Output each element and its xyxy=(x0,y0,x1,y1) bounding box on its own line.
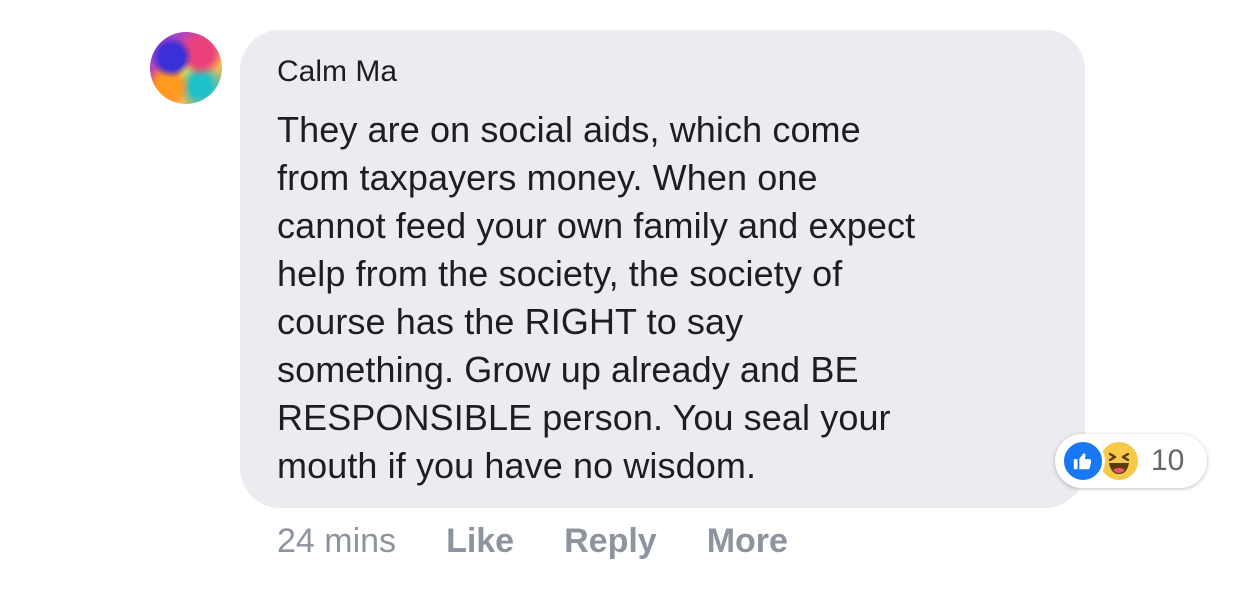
reply-button[interactable]: Reply xyxy=(564,522,657,561)
like-button[interactable]: Like xyxy=(446,522,514,561)
reactions-summary[interactable]: 10 xyxy=(1055,434,1207,488)
comment-actions: 24 mins Like Reply More xyxy=(277,522,838,561)
comment-timestamp[interactable]: 24 mins xyxy=(277,522,396,561)
like-icon xyxy=(1061,439,1105,483)
comment-text: They are on social aids, which come from… xyxy=(277,109,916,486)
avatar[interactable] xyxy=(150,32,222,104)
more-button[interactable]: More xyxy=(707,522,788,561)
comment-bubble: Calm Ma They are on social aids, which c… xyxy=(240,30,1085,508)
reaction-count: 10 xyxy=(1151,444,1185,477)
comment-author[interactable]: Calm Ma xyxy=(277,54,1055,90)
